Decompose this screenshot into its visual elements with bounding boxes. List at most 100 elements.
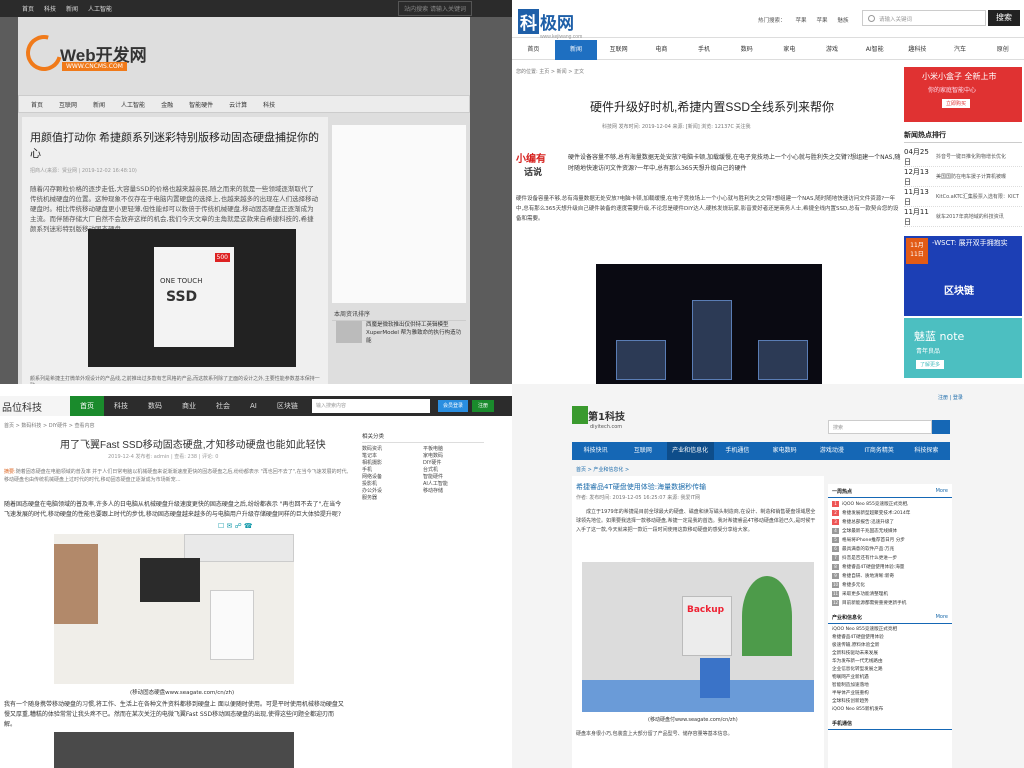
nav-item[interactable]: 科技 [263,100,275,109]
rank-title[interactable]: 希捷发展新型超聚变技术:2014年 [842,511,910,516]
site-logo[interactable]: 品位科技 [0,396,70,416]
category-link[interactable]: 数码资讯 [362,446,423,453]
rank-title[interactable]: 目前新能源都需要重要更新手机 [842,601,906,606]
rank-item[interactable]: 9 希捷自研、质地清晰:新奇 [832,572,948,581]
search-input[interactable]: 输入搜索内容 [312,399,430,413]
nav-item[interactable]: AI [240,396,267,416]
hot-news-row[interactable]: 12月13日 美国国防在电车援子计算机被曝 [904,167,1022,187]
rank-title[interactable]: iQOO Neo 855竞速版正式亮相, [842,502,909,507]
rank-item[interactable]: 1 iQOO Neo 855竞速版正式亮相, [832,500,948,509]
nav-item[interactable]: 互联网 [59,100,77,109]
login-button[interactable]: 会员登录 [438,400,468,412]
rank-item[interactable]: 11 采取更多功能清整理机 [832,590,948,599]
rank-title[interactable]: 希捷多元化 [842,583,865,588]
nav-item[interactable]: 手机通信 [714,442,761,460]
nav-item[interactable]: 互联网 [597,40,640,60]
nav-item[interactable]: 汽车 [939,40,982,60]
rank-item[interactable]: 10 希捷多元化 [832,581,948,590]
nav-item[interactable]: 数码 [138,396,172,416]
rank-item[interactable]: 7 抖音是否还有什么更进一步 [832,554,948,563]
category-link[interactable]: AI人工智能 [423,481,484,488]
list-item[interactable]: 华为发布新一代无线路由 [832,658,948,666]
share-icons[interactable]: ☐ ✉ ☍ ☎ [218,522,253,530]
ad-button[interactable]: 了解更多 [916,360,945,369]
hot-news-title[interactable]: 就车2017年高地域的科技资讯 [936,213,1004,220]
site-logo[interactable]: 第1科技 diyitech.com [572,406,625,430]
rank-item[interactable]: 6 最具满意的软件产品:万兆 [832,545,948,554]
rank-title[interactable]: 希捷自研、质地清晰:新奇 [842,574,894,579]
category-link[interactable]: 服务器 [362,495,423,502]
nav-item[interactable]: 互联网 [619,442,666,460]
hot-news-title[interactable]: KitCo.aKTC汇集股票入选有限：KICT [936,193,1019,200]
nav-item[interactable]: 科技快讯 [572,442,619,460]
search-input[interactable]: 请输入关键词 [862,10,986,26]
list-item[interactable]: 物联网产业新机遇 [832,674,948,682]
hot-news-title[interactable]: 抖音号一键日推化购物增长优化 [936,153,1006,160]
category-link[interactable]: 办公外设 [362,488,423,495]
search-input[interactable]: 站内搜索 请输入关键词 [398,1,472,16]
xiaomi-ad-banner[interactable]: 小米小盒子 全新上市 你的家庭智能中心 立即购买 [904,67,1022,122]
list-item[interactable]: iQOO Neo 855竞速版正式亮相 [832,626,948,634]
nav-item[interactable]: 首页 [31,100,43,109]
nav-item[interactable]: 原创 [981,40,1024,60]
nav-item[interactable]: 科技探索 [903,442,950,460]
rank-title[interactable]: 希捷睿品4T硬盘使用体验:海量 [842,565,904,570]
category-link[interactable]: 相机摄影 [362,460,423,467]
list-item[interactable]: 极速传输,原料体验全新 [832,642,948,650]
rank-title[interactable]: 格局将iPhone推荐首日月 分步 [842,538,905,543]
nav-item[interactable]: 趣科技 [896,40,939,60]
nav-item[interactable]: AI智能 [853,40,896,60]
list-item[interactable]: 智能制造加速落地 [832,682,948,690]
category-link[interactable]: 家电数码 [423,453,484,460]
search-input[interactable]: 搜索 [828,420,932,434]
register-button[interactable]: 注册 [472,400,494,412]
nav-item[interactable]: 数码 [725,40,768,60]
nav-item-active[interactable]: 新闻 [554,39,598,60]
category-link[interactable]: 手机 [362,467,423,474]
blockchain-ad[interactable]: 11月 11日 -WSCT: 展开双手拥抱实 区块链 [904,236,1022,316]
category-link[interactable]: 平板电脑 [423,446,484,453]
hot-news-row[interactable]: 11月13日 KitCo.aKTC汇集股票入选有限：KICT [904,187,1022,207]
hot-news-row[interactable]: 04月25日 抖音号一键日推化购物增长优化 [904,147,1022,167]
list-item[interactable]: 全新科技驱动未来发展 [832,650,948,658]
search-button[interactable] [932,420,950,434]
rank-item[interactable]: 2 希捷发展新型超聚变技术:2014年 [832,509,948,518]
hot-search-link[interactable]: 苹果 [796,16,807,24]
nav-item-active[interactable]: 首页 [70,396,104,416]
search-button[interactable]: 搜索 [988,10,1020,26]
category-link[interactable]: 智能硬件 [423,474,484,481]
top-link-news[interactable]: 新闻 [66,4,78,13]
category-link[interactable]: 台式机 [423,467,484,474]
category-link[interactable]: DIY硬件 [423,460,484,467]
nav-item[interactable]: 新闻 [93,100,105,109]
site-logo[interactable]: 科极网 www.kejiwang.com [518,9,582,40]
nav-item[interactable]: 社会 [206,396,240,416]
nav-item[interactable]: 游戏 [811,40,854,60]
category-link[interactable]: 投影机 [362,481,423,488]
hot-news-title[interactable]: 美国国防在电车援子计算机被曝 [936,173,1006,180]
more-link[interactable]: More [936,614,948,621]
nav-item[interactable]: 云计算 [229,100,247,109]
hot-news-row[interactable]: 11月11日 就车2017年高地域的科技资讯 [904,207,1022,227]
rank-item[interactable]: 8 希捷睿品4T硬盘使用体验:海量 [832,563,948,572]
rank-item[interactable]: 3 希捷总部报告:迅速升级了 [832,518,948,527]
nav-item[interactable]: 首页 [512,40,555,60]
rank-item[interactable]: 5 格局将iPhone推荐首日月 分步 [832,536,948,545]
top-link-home[interactable]: 首页 [22,4,34,13]
rank-item[interactable]: 4 全球最新千兆固态无线媒体 [832,527,948,536]
nav-item[interactable]: 智能硬件 [189,100,213,109]
list-item[interactable]: 半导体产业链重构 [832,690,948,698]
meizu-ad-banner[interactable]: 魅蓝 note 青年良品 了解更多 [904,318,1022,378]
top-link-ai[interactable]: 人工智能 [88,4,112,13]
category-link[interactable]: 移动存储 [423,488,484,495]
list-item[interactable]: 希捷睿品4T硬盘使用体验 [832,634,948,642]
rank-title[interactable]: 抖音是否还有什么更进一步 [842,556,897,561]
category-link[interactable]: 笔记本 [362,453,423,460]
nav-item[interactable]: 区块链 [267,396,308,416]
hot-search-link[interactable]: 魅族 [838,16,849,24]
top-link-tech[interactable]: 科技 [44,4,56,13]
list-item[interactable]: iQOO Neo 855新机发布 [832,706,948,714]
category-link[interactable]: 网络设备 [362,474,423,481]
nav-item[interactable]: 电商 [640,40,683,60]
nav-item[interactable]: 科技 [104,396,138,416]
